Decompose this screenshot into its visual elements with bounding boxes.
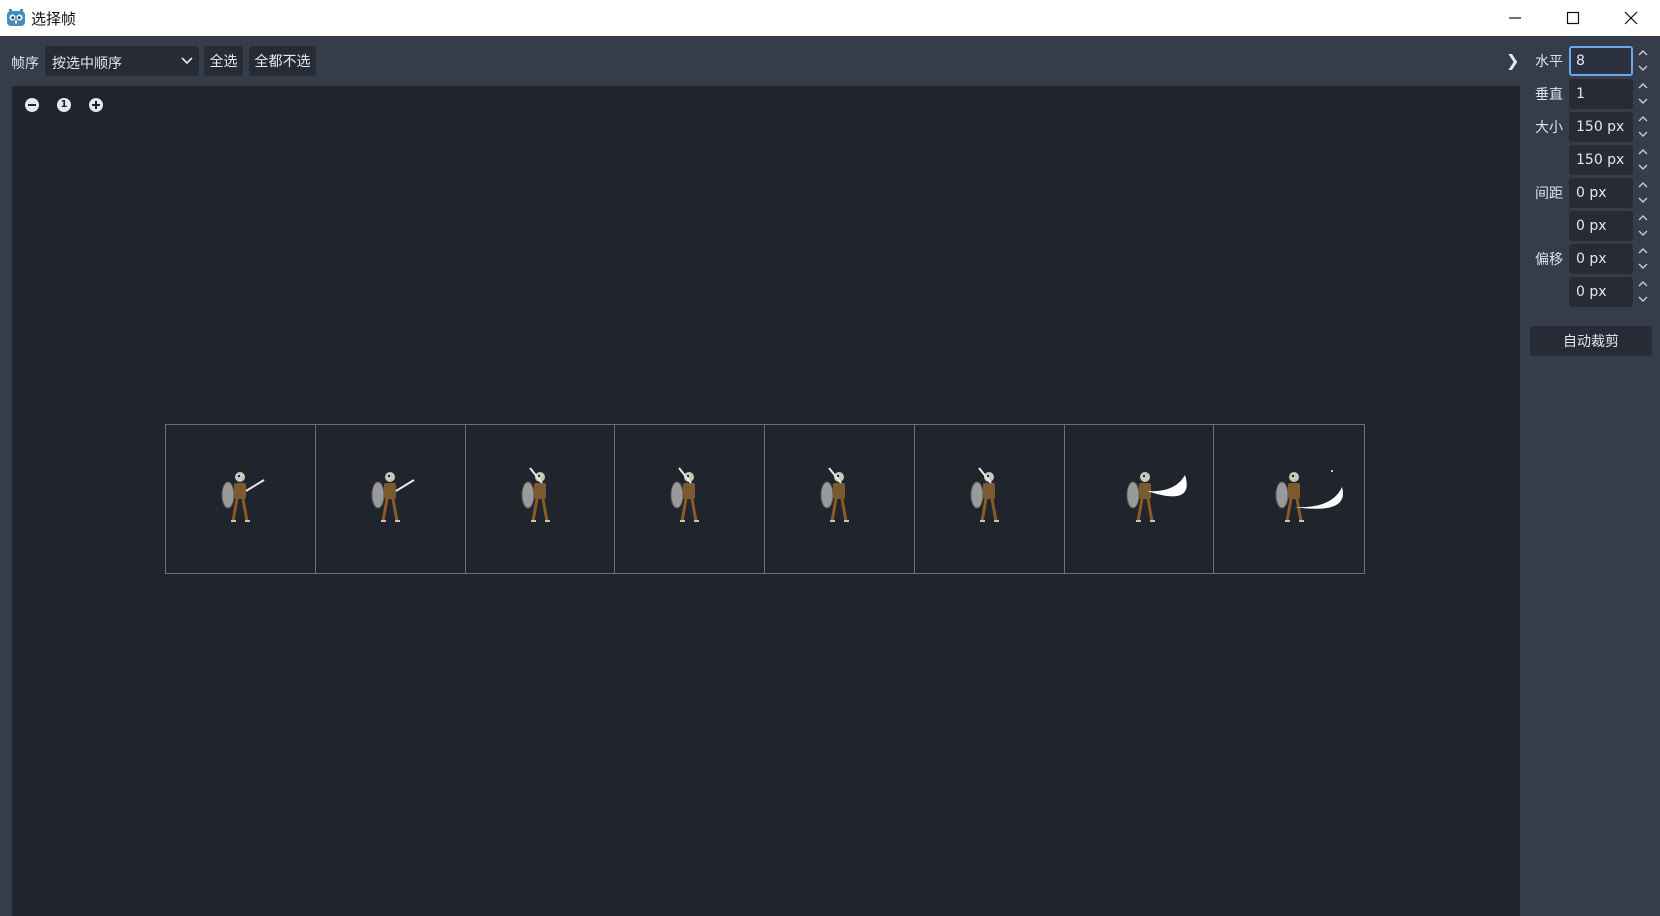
- sprite-frame-cell[interactable]: [615, 425, 765, 573]
- godot-icon: [7, 9, 25, 26]
- sprite-frame-cell[interactable]: [1214, 425, 1364, 573]
- chevron-up-icon[interactable]: [1637, 146, 1649, 158]
- chevron-down-icon[interactable]: [1637, 194, 1649, 206]
- sprite-frame-cell[interactable]: [466, 425, 616, 573]
- offset-label: 偏移: [1535, 252, 1563, 268]
- chevron-down-icon[interactable]: [1637, 128, 1649, 140]
- separation-x-field[interactable]: [1569, 178, 1633, 208]
- maximize-icon: [1566, 11, 1580, 25]
- frame-order-label: 帧序: [11, 56, 39, 72]
- chevron-up-icon[interactable]: [1637, 179, 1649, 191]
- skeleton-sprite-image: [1275, 470, 1344, 522]
- size-height-input[interactable]: [1569, 145, 1633, 175]
- horizontal-input[interactable]: [1571, 48, 1631, 74]
- size-width-stepper[interactable]: [1637, 112, 1649, 142]
- separation-label: 间距: [1535, 186, 1563, 202]
- skeleton-sprite-image: [221, 472, 265, 522]
- window-title: 选择帧: [31, 10, 77, 28]
- skeleton-sprite-image: [820, 467, 849, 522]
- chevron-down-icon[interactable]: [1637, 293, 1649, 305]
- vertical-stepper[interactable]: [1637, 79, 1649, 109]
- offset-y-field[interactable]: [1569, 277, 1633, 307]
- offset-x-input[interactable]: [1569, 244, 1633, 274]
- maximize-button[interactable]: [1544, 0, 1602, 36]
- select-none-button[interactable]: 全都不选: [249, 46, 316, 76]
- offset-y-input[interactable]: [1569, 277, 1633, 307]
- skeleton-sprite-image: [1126, 472, 1187, 522]
- skeleton-sprite-image: [970, 467, 999, 522]
- zoom-in-icon[interactable]: [87, 96, 105, 114]
- close-button[interactable]: [1602, 0, 1660, 36]
- vertical-input[interactable]: [1569, 79, 1633, 109]
- sprite-frame-cell[interactable]: [1065, 425, 1215, 573]
- offset-x-stepper[interactable]: [1637, 244, 1649, 274]
- sprite-frame-cell[interactable]: [915, 425, 1065, 573]
- zoom-reset-button[interactable]: 1: [55, 96, 73, 114]
- zoom-reset-label: 1: [60, 99, 68, 110]
- chevron-down-icon[interactable]: [1637, 260, 1649, 272]
- skeleton-sprite-image: [371, 472, 415, 522]
- offset-x-field[interactable]: [1569, 244, 1633, 274]
- chevron-up-icon[interactable]: [1637, 245, 1649, 257]
- separation-x-input[interactable]: [1569, 178, 1633, 208]
- chevron-up-icon[interactable]: [1637, 47, 1649, 59]
- zoom-out-icon[interactable]: [23, 96, 41, 114]
- horizontal-label: 水平: [1535, 54, 1563, 70]
- skeleton-sprite-image: [670, 467, 700, 522]
- size-width-input[interactable]: [1569, 112, 1633, 142]
- minimize-button[interactable]: [1486, 0, 1544, 36]
- slice-settings-panel: 水平 垂直 大小 间距 偏移 自动裁剪: [1522, 36, 1660, 916]
- select-all-button[interactable]: 全选: [204, 46, 243, 76]
- chevron-up-icon[interactable]: [1637, 212, 1649, 224]
- chevron-down-icon[interactable]: [1637, 227, 1649, 239]
- frame-order-value: 按选中顺序: [52, 56, 122, 72]
- skeleton-sprite-image: [521, 467, 550, 522]
- close-icon: [1624, 11, 1638, 25]
- size-label: 大小: [1535, 120, 1563, 136]
- chevron-up-icon[interactable]: [1637, 113, 1649, 125]
- sprite-frame-cell[interactable]: [316, 425, 466, 573]
- sprite-frame-cell[interactable]: [765, 425, 915, 573]
- offset-y-stepper[interactable]: [1637, 277, 1649, 307]
- separation-y-input[interactable]: [1569, 211, 1633, 241]
- separation-x-stepper[interactable]: [1637, 178, 1649, 208]
- size-width-field[interactable]: [1569, 112, 1633, 142]
- vertical-label: 垂直: [1535, 87, 1563, 103]
- chevron-down-icon[interactable]: [1637, 62, 1649, 74]
- chevron-up-icon[interactable]: [1637, 80, 1649, 92]
- title-bar: 选择帧: [0, 0, 1660, 36]
- minimize-icon: [1509, 17, 1521, 19]
- chevron-down-icon[interactable]: [1637, 161, 1649, 173]
- horizontal-stepper[interactable]: [1637, 46, 1649, 76]
- frame-canvas[interactable]: 1: [12, 86, 1520, 916]
- vertical-field[interactable]: [1569, 79, 1633, 109]
- horizontal-field[interactable]: [1569, 46, 1633, 76]
- separation-y-field[interactable]: [1569, 211, 1633, 241]
- frame-order-select[interactable]: 按选中顺序: [45, 46, 199, 76]
- chevron-up-icon[interactable]: [1637, 278, 1649, 290]
- size-height-field[interactable]: [1569, 145, 1633, 175]
- chevron-down-icon: [181, 57, 193, 65]
- chevron-down-icon[interactable]: [1637, 95, 1649, 107]
- separation-y-stepper[interactable]: [1637, 211, 1649, 241]
- sprite-frame-grid: [165, 424, 1365, 574]
- auto-crop-button[interactable]: 自动裁剪: [1530, 326, 1652, 356]
- sprite-frame-cell[interactable]: [166, 425, 316, 573]
- size-height-stepper[interactable]: [1637, 145, 1649, 175]
- collapse-panel-button[interactable]: ❯: [1506, 51, 1519, 70]
